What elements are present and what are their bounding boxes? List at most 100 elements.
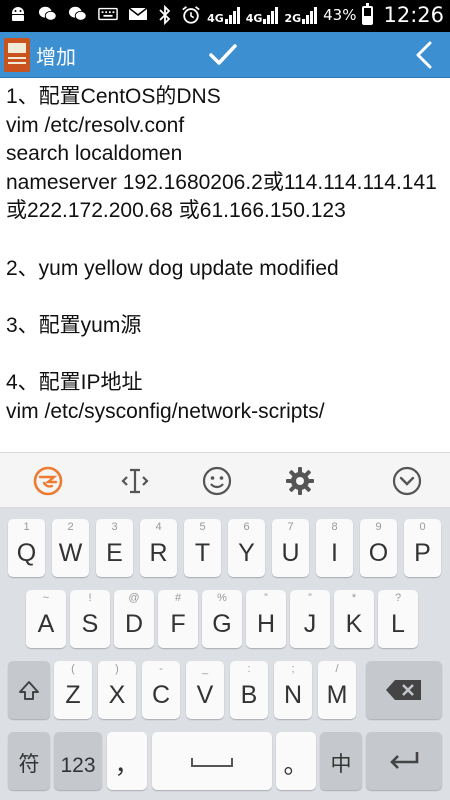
space-icon: [191, 758, 233, 767]
key-a[interactable]: ~ A: [26, 590, 66, 648]
ime-logo-icon: [33, 466, 63, 496]
key-hint: 5: [199, 521, 206, 533]
key-label: E: [106, 539, 123, 567]
key-f[interactable]: # F: [158, 590, 198, 648]
key-label: I: [331, 539, 338, 567]
key-label: G: [212, 610, 232, 638]
key-s[interactable]: ! S: [70, 590, 110, 648]
collapse-keyboard-icon: [392, 466, 422, 496]
network-indicator-4g: 4G: [207, 6, 240, 24]
key-e[interactable]: 3E: [96, 519, 133, 577]
key-label: M: [326, 681, 348, 709]
key-hint: /: [335, 663, 339, 675]
symbol-key[interactable]: 符: [8, 732, 50, 790]
key-hint: !: [88, 592, 92, 604]
key-hint: 0: [419, 521, 426, 533]
note-content[interactable]: 1、配置CentOS的DNS vim /etc/resolv.conf sear…: [6, 83, 446, 426]
check-icon: [209, 44, 237, 65]
key-hint: :: [247, 663, 251, 675]
key-j[interactable]: ” J: [290, 590, 330, 648]
key-hint: #: [174, 592, 182, 604]
key-p[interactable]: 0P: [404, 519, 441, 577]
key-label: 符: [18, 753, 40, 776]
ime-logo-button[interactable]: [30, 463, 66, 499]
key-l[interactable]: ? L: [378, 590, 418, 648]
cursor-move-button[interactable]: [117, 463, 153, 499]
key-hint: 6: [243, 521, 250, 533]
emoji-button[interactable]: [199, 463, 235, 499]
key-g[interactable]: % G: [202, 590, 242, 648]
key-hint: @: [128, 592, 140, 604]
language-key[interactable]: 中: [320, 732, 362, 790]
key-o[interactable]: 9O: [360, 519, 397, 577]
key-label: V: [196, 681, 214, 709]
key-t[interactable]: 5T: [184, 519, 221, 577]
key-y[interactable]: 6Y: [228, 519, 265, 577]
key-h[interactable]: ” H: [246, 590, 286, 648]
bluetooth-icon: [155, 4, 175, 26]
key-label: A: [37, 610, 55, 638]
backspace-key[interactable]: [366, 661, 442, 719]
enter-icon: [390, 752, 419, 769]
key-hint: ;: [291, 663, 295, 675]
key-x[interactable]: ) X: [98, 661, 136, 719]
key-z[interactable]: (Z: [54, 661, 92, 719]
key-label: 123: [60, 754, 96, 777]
key-b[interactable]: :B: [230, 661, 268, 719]
signal-icon: 2G: [284, 6, 318, 24]
key-w[interactable]: 2W: [52, 519, 89, 577]
key-n[interactable]: ; N: [274, 661, 312, 719]
key-label: H: [256, 610, 276, 638]
key-label: X: [108, 681, 126, 709]
space-key[interactable]: [152, 732, 272, 790]
key-r[interactable]: 4R: [140, 519, 177, 577]
shift-icon: [19, 681, 39, 700]
key-q[interactable]: 1Q: [8, 519, 45, 577]
key-label: Q: [16, 539, 37, 567]
ime-settings-button[interactable]: [282, 463, 318, 499]
key-label: L: [391, 610, 405, 638]
status-bar: 4G 4G 2G 43% 12:26: [0, 0, 450, 32]
backspace-icon: [386, 680, 421, 700]
key-m[interactable]: / M: [318, 661, 356, 719]
key-label: O: [368, 539, 389, 567]
key-hint: 9: [375, 521, 382, 533]
key-hint: ~: [42, 592, 50, 604]
number-key[interactable]: 123: [54, 732, 102, 790]
comma-key[interactable]: ，: [107, 732, 147, 790]
mail-icon: [128, 4, 148, 24]
back-chevron-icon: [416, 41, 432, 69]
key-label: R: [149, 539, 168, 567]
wechat-icon: [68, 4, 88, 24]
key-u[interactable]: 7U: [272, 519, 309, 577]
key-label: D: [124, 610, 144, 638]
notebook-app-icon[interactable]: [4, 38, 30, 72]
key-v[interactable]: _ V: [186, 661, 224, 719]
save-check-button[interactable]: [205, 37, 241, 73]
enter-key[interactable]: [366, 732, 442, 790]
collapse-keyboard-button[interactable]: [389, 463, 425, 499]
note-editor[interactable]: 1、配置CentOS的DNS vim /etc/resolv.conf sear…: [0, 78, 450, 452]
key-c[interactable]: -C: [142, 661, 180, 719]
key-hint: 3: [111, 521, 118, 533]
key-label: 中: [330, 753, 352, 776]
key-label: P: [414, 539, 431, 567]
clock: 12:26: [383, 3, 444, 27]
period-key[interactable]: 。: [276, 732, 316, 790]
key-d[interactable]: @ D: [114, 590, 154, 648]
key-label: Z: [65, 681, 81, 709]
key-hint: 7: [287, 521, 294, 533]
key-hint: ?: [394, 592, 402, 604]
key-i[interactable]: 8I: [316, 519, 353, 577]
alarm-icon: [181, 5, 201, 25]
key-hint: 2: [67, 521, 74, 533]
shift-key[interactable]: [8, 661, 50, 719]
key-k[interactable]: * K: [334, 590, 374, 648]
battery-icon: [362, 2, 374, 25]
key-label: K: [345, 610, 363, 638]
key-hint: -: [159, 663, 163, 675]
key-hint: 8: [331, 521, 338, 533]
key-label: Y: [238, 539, 255, 567]
back-button[interactable]: [410, 39, 438, 71]
soft-keyboard: 1Q 2W 3E 4R 5T 6Y 7U 8I 9O 0P ~ A ! S @ D #…: [0, 508, 450, 800]
